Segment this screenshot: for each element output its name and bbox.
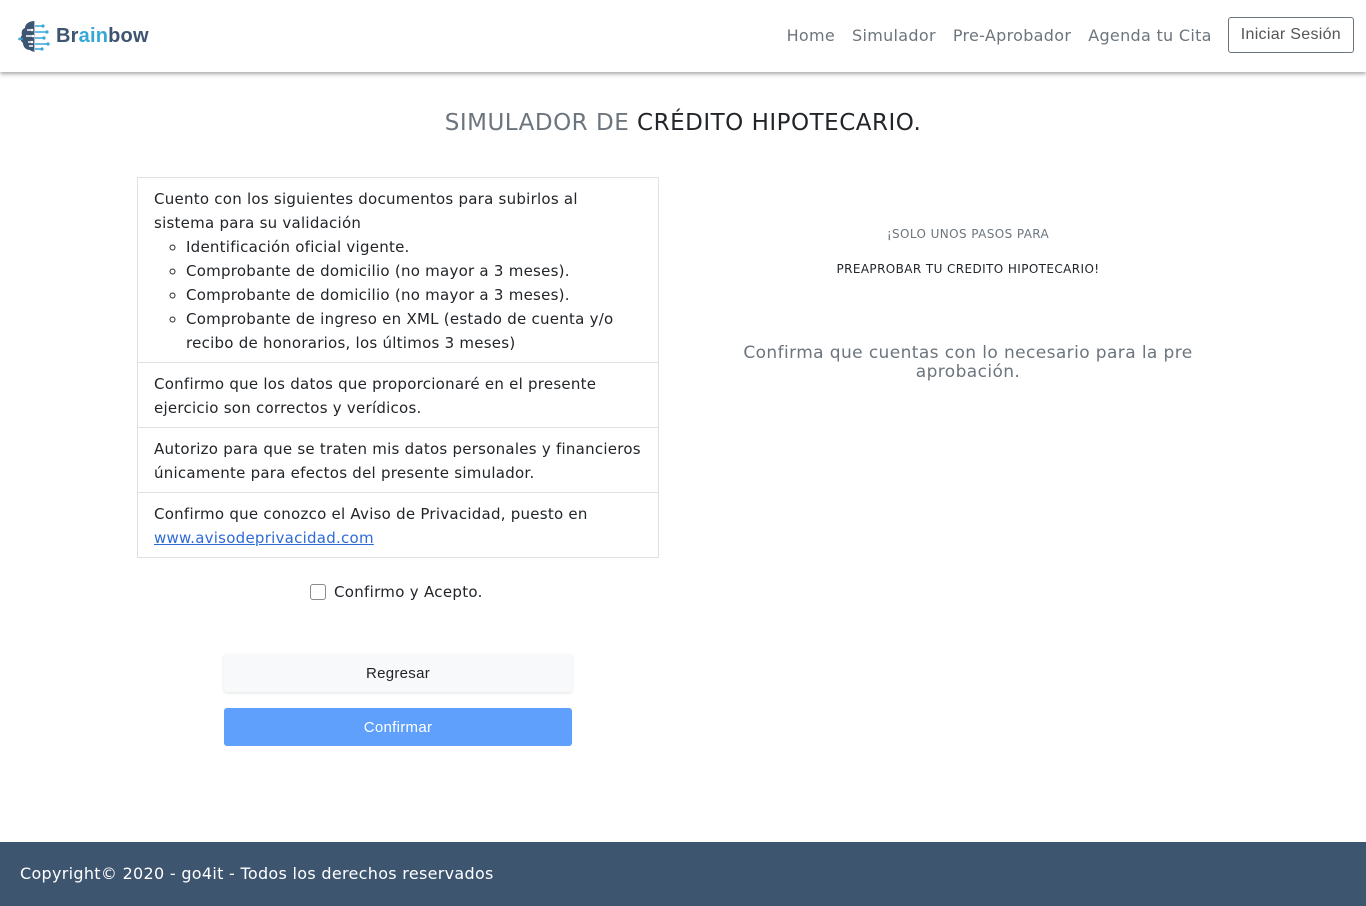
requirements-authorization-item: Autorizo para que se traten mis datos pe… [138,428,658,493]
confirm-checkbox[interactable] [310,584,326,600]
login-button[interactable]: Iniciar Sesión [1227,17,1354,53]
brand-logo[interactable]: Brainbow [18,17,149,55]
privacy-link[interactable]: www.avisodeprivacidad.com [154,529,374,547]
footer-copyright: Copyright© 2020 - go4it - Todos los dere… [20,864,494,883]
document-item: Identificación oficial vigente. [186,235,642,259]
brain-circuit-icon [18,21,50,52]
document-item: Comprobante de ingreso en XML (estado de… [186,307,642,355]
brand-name-part1: Br [56,24,79,47]
page-title: SIMULADOR DE CRÉDITO HIPOTECARIO. [0,110,1366,136]
document-item: Comprobante de domicilio (no mayor a 3 m… [186,283,642,307]
confirm-checkbox-label[interactable]: Confirmo y Acepto. [334,583,483,601]
confirm-checkbox-row[interactable]: Confirmo y Acepto. [310,583,483,601]
requirements-privacy-item: Confirmo que conozco el Aviso de Privaci… [138,493,658,557]
requirements-documents-item: Cuento con los siguientes documentos par… [138,178,658,363]
nav-pre-aprobador[interactable]: Pre-Aprobador [953,26,1071,45]
requirements-data-truth-item: Confirmo que los datos que proporcionaré… [138,363,658,428]
back-button[interactable]: Regresar [224,654,572,692]
steps-lead-text: Confirma que cuentas con lo necesario pa… [743,343,1193,382]
privacy-text: Confirmo que conozco el Aviso de Privaci… [154,505,588,523]
steps-heading-line2: PREAPROBAR TU CREDITO HIPOTECARIO! [836,262,1100,276]
brand-name-part2: ain [78,24,109,47]
documents-intro: Cuento con los siguientes documentos par… [154,190,578,232]
navbar: Brainbow Home Simulador Pre-Aprobador Ag… [0,0,1366,72]
documents-list: Identificación oficial vigente. Comproba… [154,235,642,355]
requirements-list: Cuento con los siguientes documentos par… [137,177,659,558]
nav-home[interactable]: Home [787,26,835,45]
steps-heading-line1: ¡SOLO UNOS PASOS PARA [886,227,1050,241]
document-item: Comprobante de domicilio (no mayor a 3 m… [186,259,642,283]
nav-links: Home Simulador Pre-Aprobador Agenda tu C… [787,16,1354,54]
brand-name-part3: bow [108,24,149,47]
page-title-muted: SIMULADOR DE [444,110,630,136]
nav-simulador[interactable]: Simulador [852,26,936,45]
brand-name: Brainbow [56,25,149,48]
page-title-strong: CRÉDITO HIPOTECARIO. [637,110,922,136]
footer: Copyright© 2020 - go4it - Todos los dere… [0,842,1366,906]
confirm-button[interactable]: Confirmar [224,708,572,746]
nav-agenda-cita[interactable]: Agenda tu Cita [1088,26,1212,45]
